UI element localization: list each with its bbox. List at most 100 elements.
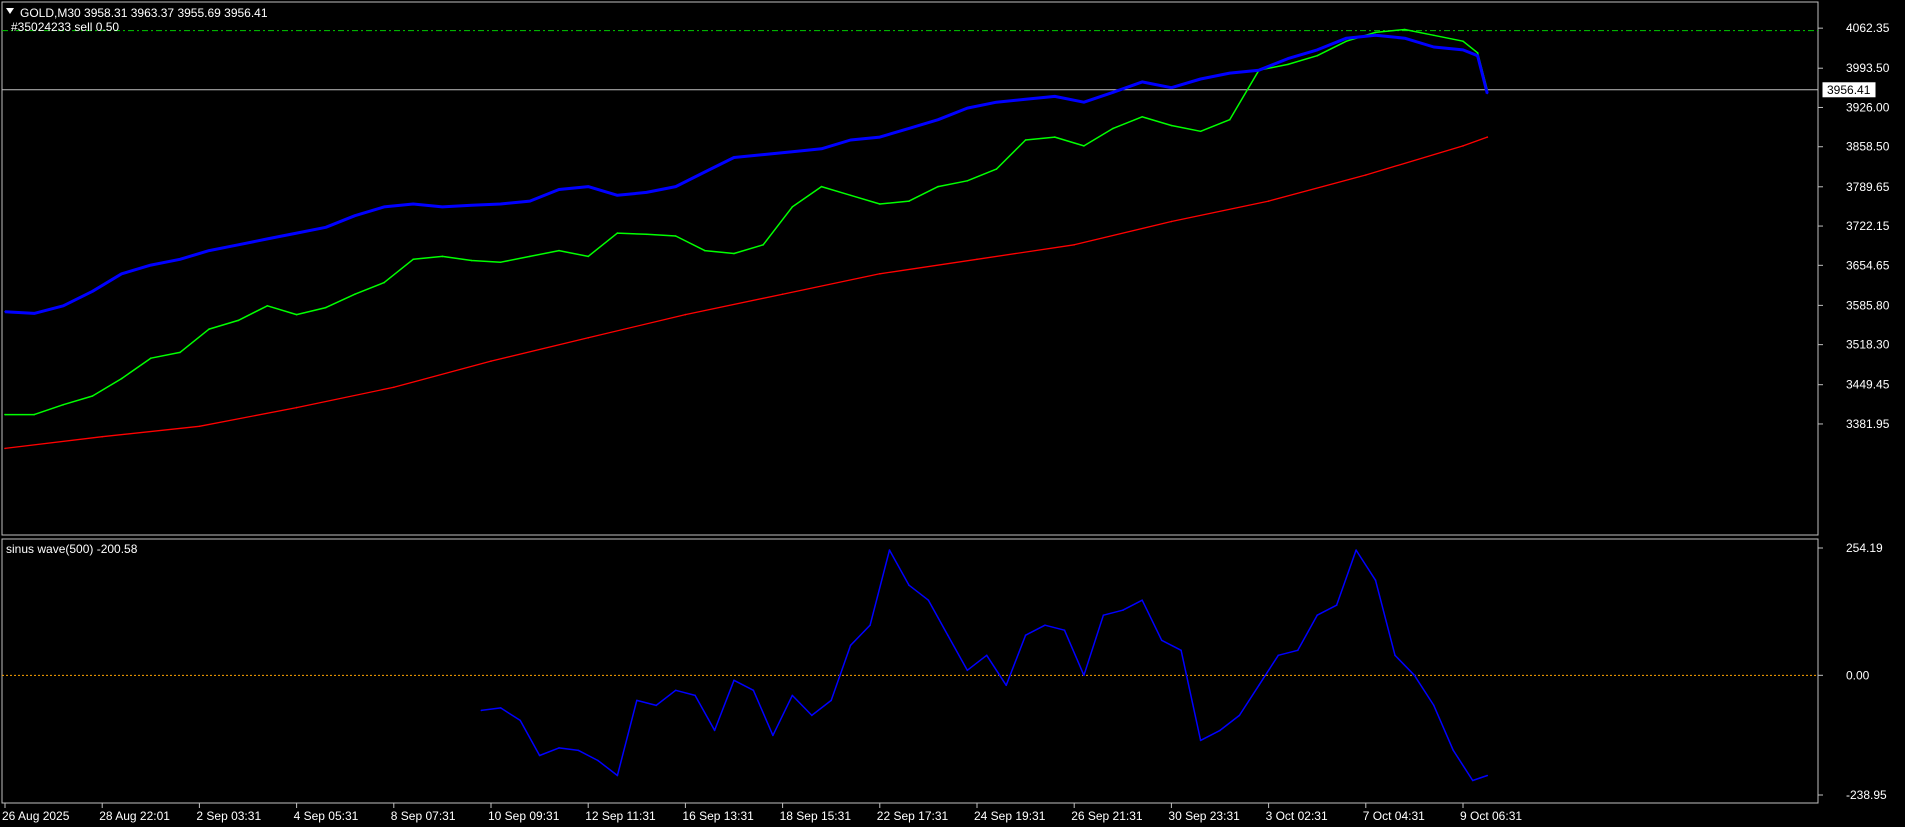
data-point <box>4 413 6 416</box>
y-tick-label: 3993.50 <box>1846 61 1890 75</box>
data-point <box>237 244 240 246</box>
data-point <box>179 258 181 261</box>
indicator-point <box>947 634 949 636</box>
indicator-point <box>1413 674 1416 677</box>
data-point <box>645 233 648 236</box>
data-point <box>937 185 939 188</box>
data-point <box>1345 40 1348 42</box>
data-point <box>266 238 269 240</box>
data-point <box>976 258 978 261</box>
data-point <box>966 107 969 109</box>
indicator-point <box>1141 599 1143 601</box>
data-point <box>1486 92 1489 95</box>
indicator-point <box>1102 614 1105 616</box>
data-point <box>91 395 94 397</box>
data-point <box>1228 72 1231 74</box>
y-tick-label: 3654.65 <box>1846 258 1890 272</box>
indicator-point <box>597 759 599 762</box>
data-point <box>1170 86 1173 89</box>
data-point <box>1374 34 1377 37</box>
data-point <box>1287 63 1289 66</box>
indicator-point <box>830 699 832 702</box>
indicator-point <box>811 714 813 717</box>
data-point <box>587 337 589 339</box>
data-point <box>33 312 35 315</box>
indicator-point <box>908 584 910 586</box>
x-tick-label: 3 Oct 02:31 <box>1266 809 1328 823</box>
x-tick-label: 16 Sep 13:31 <box>682 809 754 823</box>
data-point <box>879 203 881 205</box>
data-point <box>529 200 531 202</box>
data-point <box>1112 127 1114 130</box>
data-point <box>499 203 502 205</box>
data-point <box>1316 49 1318 51</box>
data-point <box>1054 136 1056 138</box>
data-point <box>645 191 648 194</box>
y-tick-label: 4062.35 <box>1846 21 1890 35</box>
data-point <box>908 200 910 202</box>
data-point <box>150 357 152 360</box>
data-point <box>120 273 123 275</box>
data-point <box>587 185 589 188</box>
indicator-point <box>694 694 696 697</box>
x-tick-label: 7 Oct 04:31 <box>1363 809 1425 823</box>
data-point <box>616 194 619 197</box>
x-tick-label: 30 Sep 23:31 <box>1168 809 1240 823</box>
indicator-point <box>966 669 969 672</box>
x-tick-label: 18 Sep 15:31 <box>780 809 852 823</box>
data-point <box>558 188 560 191</box>
current-price-marker: 3956.41 <box>1822 82 1876 98</box>
indicator-point <box>1258 684 1260 687</box>
data-point <box>1228 118 1231 121</box>
x-tick-label: 8 Sep 07:31 <box>391 809 456 823</box>
data-point <box>1141 81 1143 83</box>
data-point <box>1267 200 1270 202</box>
x-tick-label: 12 Sep 11:31 <box>585 809 656 823</box>
data-point <box>762 244 764 246</box>
data-point <box>393 386 395 389</box>
data-point <box>383 281 385 284</box>
chart-canvas: 4062.35 3993.50 3926.00 3858.50 3789.65 3722.… <box>0 0 1905 827</box>
data-point <box>674 185 677 188</box>
indicator-point <box>1394 654 1396 657</box>
indicator-point <box>1316 614 1318 616</box>
x-tick-label: 4 Sep 05:31 <box>294 809 359 823</box>
indicator-point <box>927 599 930 601</box>
data-point <box>791 206 794 208</box>
data-point <box>1199 130 1202 133</box>
indicator-point <box>1471 779 1474 782</box>
indicator-point <box>1238 714 1241 717</box>
data-point <box>325 306 327 309</box>
data-point <box>674 235 677 237</box>
data-point <box>937 118 939 121</box>
indicator-point <box>1277 654 1280 657</box>
y-tick-label: 3789.65 <box>1846 180 1890 194</box>
indicator-point <box>499 707 502 709</box>
indicator-point <box>538 754 541 757</box>
data-point <box>1365 174 1367 176</box>
indicator-point <box>1199 739 1202 742</box>
data-point <box>412 203 415 205</box>
data-point <box>412 258 415 261</box>
data-point <box>1073 244 1075 246</box>
data-point <box>4 447 6 450</box>
data-point <box>849 194 852 197</box>
indicator-point <box>791 694 794 697</box>
indicator-tick-label: -238.95 <box>1846 788 1887 802</box>
indicator-point <box>655 704 657 707</box>
data-point <box>1462 40 1464 42</box>
data-point <box>208 328 210 330</box>
data-point <box>91 290 94 293</box>
x-tick-label: 28 Aug 22:01 <box>99 809 170 823</box>
data-point <box>966 180 969 182</box>
indicator-point <box>849 644 852 647</box>
data-point <box>529 255 531 258</box>
data-point <box>354 214 356 217</box>
data-point <box>1083 145 1085 147</box>
data-point <box>62 403 65 406</box>
indicator-point <box>636 699 638 702</box>
y-tick-label: 3585.80 <box>1846 298 1890 312</box>
data-point <box>879 136 881 138</box>
indicator-point <box>1486 774 1489 777</box>
data-point <box>1258 69 1260 71</box>
